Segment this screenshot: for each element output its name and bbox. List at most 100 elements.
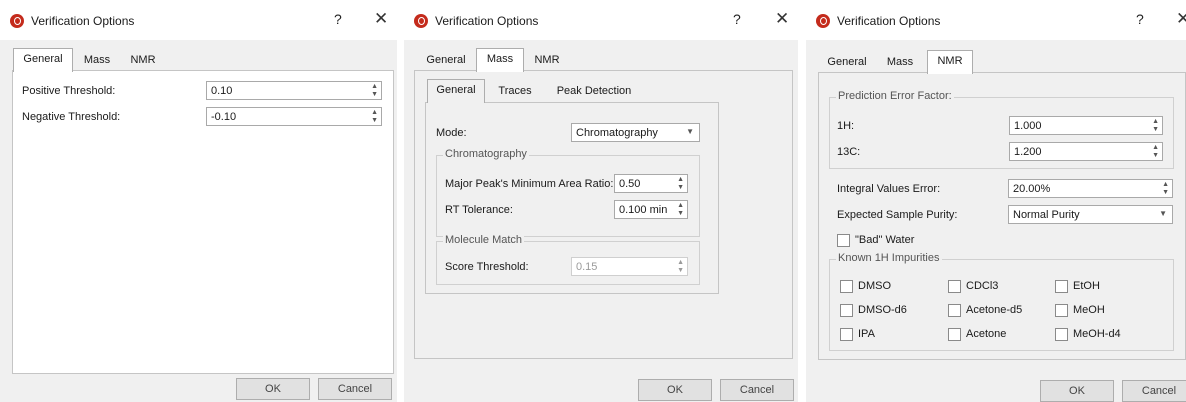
acetone-d5-checkbox[interactable] — [948, 304, 961, 317]
title-bar: Verification Options ? ✕ — [404, 0, 798, 40]
cancel-button[interactable]: Cancel — [1122, 380, 1186, 402]
ok-button[interactable]: OK — [638, 379, 712, 401]
tab-mass[interactable]: Mass — [878, 52, 922, 72]
acetone-checkbox[interactable] — [948, 328, 961, 341]
score-threshold-spinbox[interactable]: 0.15 ▲ ▼ — [571, 257, 688, 276]
dialog-general: Verification Options ? ✕ General Mass NM… — [0, 0, 397, 402]
mode-value: Chromatography — [576, 127, 658, 139]
subtab-peak-detection[interactable]: Peak Detection — [549, 81, 639, 101]
etoh-checkbox[interactable] — [1055, 280, 1068, 293]
tab-nmr[interactable]: NMR — [525, 50, 569, 70]
major-peak-ratio-value: 0.50 — [619, 178, 641, 190]
window-title: Verification Options — [435, 14, 539, 28]
spin-arrows-icon[interactable]: ▲ ▼ — [1162, 180, 1169, 197]
integral-error-label: Integral Values Error: — [837, 183, 941, 195]
dmso-checkbox[interactable] — [840, 280, 853, 293]
bad-water-checkbox[interactable] — [837, 234, 850, 247]
acetone-d5-label: Acetone-d5 — [966, 304, 1023, 316]
mode-label: Mode: — [436, 127, 467, 139]
molecule-match-group-title: Molecule Match — [443, 234, 525, 246]
spin-arrows-icon[interactable]: ▲ ▼ — [1152, 143, 1159, 160]
subtab-general[interactable]: General — [427, 79, 485, 103]
dmso-label: DMSO — [858, 280, 891, 292]
mass-tab-pane: General Traces Peak Detection Mode: Chro… — [414, 70, 793, 359]
app-logo-icon — [816, 14, 830, 28]
tab-general[interactable]: General — [421, 50, 471, 70]
window-title: Verification Options — [31, 14, 135, 28]
ok-button[interactable]: OK — [236, 378, 310, 400]
close-icon[interactable]: ✕ — [775, 9, 789, 29]
c13-spinbox[interactable]: 1.200 ▲ ▼ — [1009, 142, 1163, 161]
molecule-match-group: Molecule Match Score Threshold: 0.15 ▲ ▼ — [436, 234, 700, 285]
cancel-button[interactable]: Cancel — [720, 379, 794, 401]
help-button[interactable]: ? — [334, 11, 342, 27]
close-icon[interactable]: ✕ — [1176, 9, 1186, 29]
positive-threshold-value: 0.10 — [211, 85, 233, 97]
major-peak-ratio-spinbox[interactable]: 0.50 ▲ ▼ — [614, 174, 688, 193]
subtab-traces[interactable]: Traces — [493, 81, 537, 101]
chromatography-group: Chromatography Major Peak's Minimum Area… — [436, 148, 700, 237]
tab-mass[interactable]: Mass — [75, 50, 119, 70]
dialog-mass: Verification Options ? ✕ General Mass NM… — [404, 0, 798, 402]
spin-arrows-icon[interactable]: ▲ ▼ — [677, 258, 684, 275]
meoh-d4-checkbox[interactable] — [1055, 328, 1068, 341]
meoh-d4-label: MeOH-d4 — [1073, 328, 1121, 340]
spin-arrows-icon[interactable]: ▲ ▼ — [677, 175, 684, 192]
score-threshold-label: Score Threshold: — [445, 261, 529, 273]
positive-threshold-label: Positive Threshold: — [22, 85, 116, 97]
prediction-error-group: Prediction Error Factor: 1H: 1.000 ▲ ▼ 13… — [829, 90, 1174, 169]
ipa-label: IPA — [858, 328, 875, 340]
known-impurities-group-title: Known 1H Impurities — [836, 252, 942, 264]
negative-threshold-label: Negative Threshold: — [22, 111, 121, 123]
c13-value: 1.200 — [1014, 146, 1042, 158]
negative-threshold-value: -0.10 — [211, 111, 237, 123]
integral-error-spinbox[interactable]: 20.00% ▲ ▼ — [1008, 179, 1173, 198]
app-logo-icon — [414, 14, 428, 28]
known-impurities-group: Known 1H Impurities DMSO CDCl3 EtOH DMSO… — [829, 252, 1174, 351]
negative-threshold-spinbox[interactable]: -0.10 ▲ ▼ — [206, 107, 382, 126]
tab-nmr[interactable]: NMR — [927, 50, 973, 74]
app-logo-icon — [10, 14, 24, 28]
cdcl3-checkbox[interactable] — [948, 280, 961, 293]
h1-label: 1H: — [837, 120, 855, 132]
chromatography-group-title: Chromatography — [443, 148, 529, 160]
sample-purity-dropdown[interactable]: Normal Purity ▼ — [1008, 205, 1173, 224]
ok-button[interactable]: OK — [1040, 380, 1114, 402]
h1-spinbox[interactable]: 1.000 ▲ ▼ — [1009, 116, 1163, 135]
dialog-nmr: Verification Options ? ✕ General Mass NM… — [806, 0, 1186, 402]
general-tab-pane: Positive Threshold: 0.10 ▲ ▼ Negative Thr… — [12, 70, 394, 374]
integral-error-value: 20.00% — [1013, 183, 1051, 195]
spin-arrows-icon[interactable]: ▲ ▼ — [677, 201, 684, 218]
spin-arrows-icon[interactable]: ▲ ▼ — [1152, 117, 1159, 134]
c13-label: 13C: — [837, 146, 861, 158]
tab-mass[interactable]: Mass — [476, 48, 524, 72]
chevron-down-icon: ▼ — [686, 127, 694, 136]
ipa-checkbox[interactable] — [840, 328, 853, 341]
mode-dropdown[interactable]: Chromatography ▼ — [571, 123, 700, 142]
title-bar: Verification Options ? ✕ — [0, 0, 397, 40]
dmso-d6-checkbox[interactable] — [840, 304, 853, 317]
meoh-checkbox[interactable] — [1055, 304, 1068, 317]
spin-arrows-icon[interactable]: ▲ ▼ — [371, 108, 378, 125]
sample-purity-label: Expected Sample Purity: — [837, 209, 958, 221]
close-icon[interactable]: ✕ — [374, 9, 388, 29]
title-bar: Verification Options ? ✕ — [806, 0, 1186, 40]
sample-purity-value: Normal Purity — [1013, 209, 1080, 221]
tab-general[interactable]: General — [13, 48, 73, 72]
tab-nmr[interactable]: NMR — [121, 50, 165, 70]
spin-arrows-icon[interactable]: ▲ ▼ — [371, 82, 378, 99]
positive-threshold-spinbox[interactable]: 0.10 ▲ ▼ — [206, 81, 382, 100]
dmso-d6-label: DMSO-d6 — [858, 304, 907, 316]
etoh-label: EtOH — [1073, 280, 1100, 292]
help-button[interactable]: ? — [1136, 11, 1144, 27]
prediction-error-group-title: Prediction Error Factor: — [836, 90, 954, 102]
help-button[interactable]: ? — [733, 11, 741, 27]
bad-water-label: "Bad" Water — [855, 234, 915, 246]
cancel-button[interactable]: Cancel — [318, 378, 392, 400]
tab-general[interactable]: General — [822, 52, 872, 72]
nmr-tab-pane: Prediction Error Factor: 1H: 1.000 ▲ ▼ 13… — [818, 72, 1186, 360]
rt-tolerance-spinbox[interactable]: 0.100 min ▲ ▼ — [614, 200, 688, 219]
meoh-label: MeOH — [1073, 304, 1105, 316]
chevron-down-icon: ▼ — [1159, 209, 1167, 218]
mass-general-pane: Mode: Chromatography ▼ Chromatography Ma… — [425, 102, 719, 294]
